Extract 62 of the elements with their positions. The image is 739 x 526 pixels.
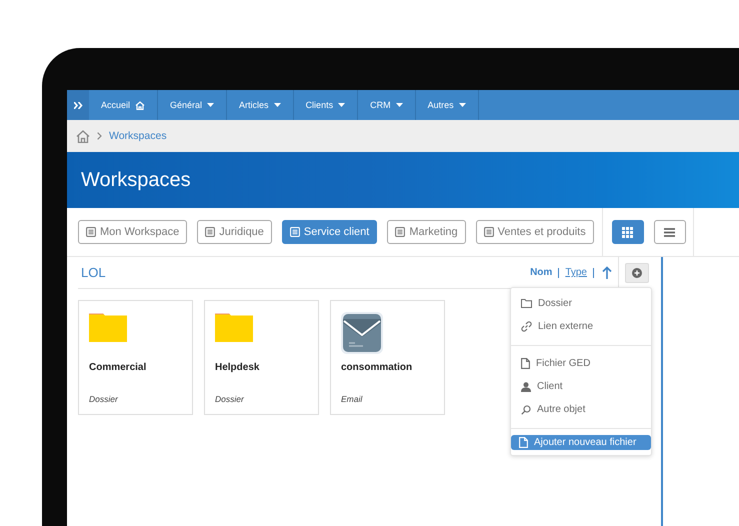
workspace-tab[interactable]: Marketing (387, 220, 466, 244)
menu-item[interactable]: Dossier (511, 292, 651, 315)
card-title: Helpdesk (215, 362, 260, 373)
sort-ascending-icon[interactable] (602, 266, 612, 279)
search-icon (521, 404, 531, 414)
grid-view-button[interactable] (612, 220, 644, 244)
caret-icon (274, 103, 281, 107)
document-icon (205, 227, 216, 237)
menu-item-label: Lien externe (538, 321, 594, 332)
card-title: consommation (341, 362, 414, 373)
menu-item[interactable]: Lien externe (511, 315, 651, 338)
menu-item-label: Ajouter nouveau fichier (534, 437, 636, 448)
card-title: Commercial (89, 362, 148, 373)
page-title: Workspaces (81, 168, 191, 192)
sort-option[interactable]: Type (565, 267, 587, 278)
workspace-tab[interactable]: Juridique (197, 220, 272, 244)
item-card[interactable]: Commercial Dossier (78, 300, 193, 415)
folder-icon (89, 312, 127, 342)
menu-item[interactable]: Ajouter nouveau fichier (511, 435, 651, 450)
menu-item-label: Fichier GED (536, 358, 590, 369)
home-icon (135, 100, 146, 110)
home-icon[interactable] (76, 130, 90, 142)
sort-option[interactable]: Nom (530, 267, 552, 278)
breadcrumb-link[interactable]: Workspaces (109, 130, 167, 142)
file-icon (519, 437, 528, 448)
file-icon (521, 358, 530, 369)
link-icon (521, 321, 532, 332)
menu-item-label: Autre objet (537, 404, 586, 415)
list-view-button[interactable] (654, 220, 686, 244)
item-card[interactable]: Helpdesk Dossier (204, 300, 319, 415)
item-card[interactable]: consommation Email (330, 300, 445, 415)
person-icon (521, 382, 531, 392)
menu-item[interactable]: Client (511, 375, 651, 398)
caret-icon (207, 103, 214, 107)
menu-item-label: Dossier (538, 298, 572, 309)
caret-icon (458, 103, 466, 107)
menu-item[interactable]: Autre objet (511, 398, 651, 421)
caret-icon (396, 103, 403, 107)
plus-circle-icon (632, 268, 642, 278)
document-icon (290, 227, 300, 237)
section-title: LOL (81, 265, 107, 280)
workspace-tab[interactable]: Mon Workspace (78, 220, 188, 244)
document-icon (395, 227, 406, 237)
folder-icon (521, 299, 532, 308)
grid-icon (622, 226, 634, 238)
envelope-icon (341, 312, 383, 354)
folder-icon (215, 312, 253, 342)
document-icon (86, 227, 96, 237)
workspace-tab[interactable]: Service client (282, 220, 378, 244)
card-type-label: Email (341, 394, 364, 404)
menu-item-label: Client (537, 381, 563, 392)
add-button[interactable] (625, 262, 649, 282)
chevron-right-icon (97, 132, 102, 140)
workspace-tab[interactable]: Ventes et produits (476, 220, 594, 244)
caret-icon (338, 103, 346, 107)
card-type-label: Dossier (89, 394, 119, 404)
document-icon (484, 227, 494, 237)
double-chevron-icon (74, 102, 82, 108)
menu-item[interactable]: Fichier GED (511, 352, 651, 375)
card-type-label: Dossier (215, 394, 245, 404)
expand-menu-button[interactable] (67, 90, 89, 120)
list-icon (664, 228, 676, 236)
